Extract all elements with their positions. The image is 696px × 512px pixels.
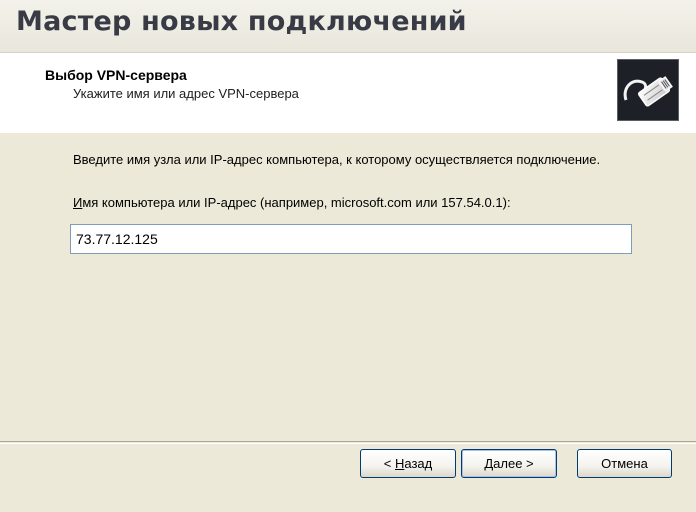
back-button-prefix: <: [383, 456, 395, 471]
next-button[interactable]: Далее >: [461, 449, 557, 478]
next-button-accelerator: Д: [484, 456, 494, 471]
network-plug-icon: [617, 59, 679, 121]
next-button-label: алее >: [493, 456, 534, 471]
network-plug-icon-graphic: [623, 76, 673, 107]
cancel-button[interactable]: Отмена: [577, 449, 672, 478]
wizard-footer: < Назад Далее > Отмена: [0, 441, 696, 512]
wizard-title-bar: Мастер новых подключений: [0, 0, 696, 53]
host-field-label-accelerator: И: [73, 195, 83, 210]
instruction-text: Введите имя узла или IP-адрес компьютера…: [73, 152, 601, 167]
host-field-label-text: мя компьютера или IP-адрес (например, mi…: [82, 195, 511, 210]
new-connection-wizard-window: Мастер новых подключений Выбор VPN-серве…: [0, 0, 696, 512]
page-subtitle: Укажите имя или адрес VPN-сервера: [73, 86, 299, 101]
back-button-accelerator: Н: [394, 456, 405, 471]
wizard-title: Мастер новых подключений: [16, 6, 467, 37]
wizard-header: Выбор VPN-сервера Укажите имя или адрес …: [0, 52, 696, 134]
host-name-input[interactable]: [70, 224, 632, 254]
host-field-label: Имя компьютера или IP-адрес (например, m…: [73, 195, 511, 210]
back-button-label: азад: [404, 456, 433, 471]
wizard-content: Введите имя узла или IP-адрес компьютера…: [0, 133, 696, 441]
page-title: Выбор VPN-сервера: [45, 67, 187, 83]
footer-divider: [0, 443, 696, 444]
back-button[interactable]: < Назад: [360, 449, 456, 478]
